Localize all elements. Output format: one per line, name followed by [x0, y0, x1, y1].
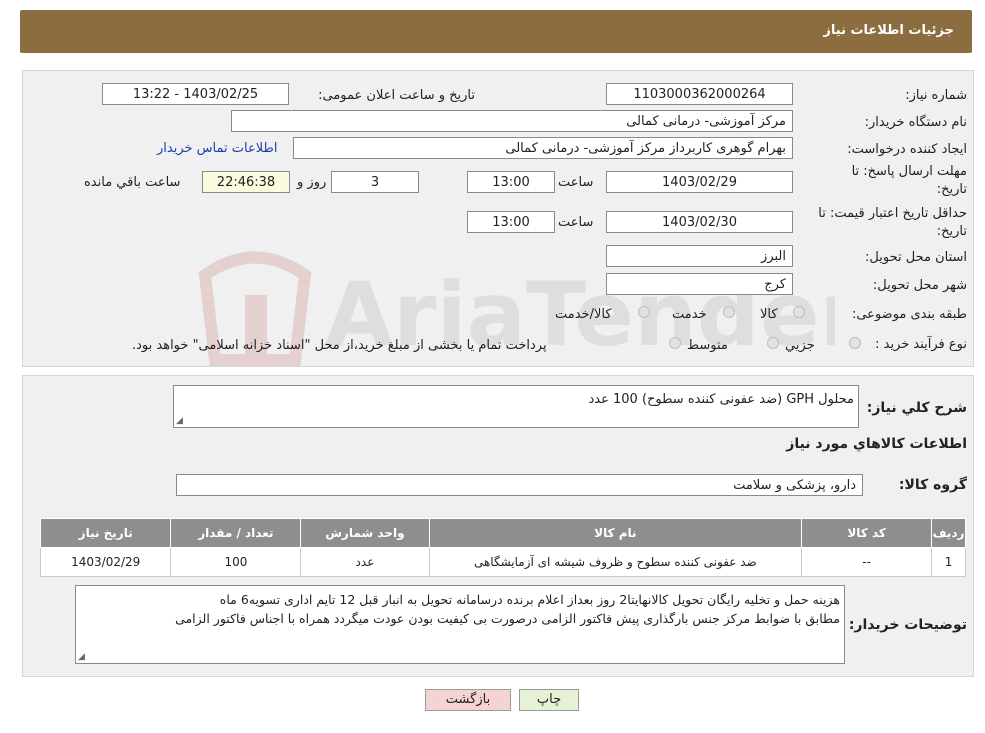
- buyer-contact-link[interactable]: اطلاعات تماس خریدار: [157, 141, 277, 156]
- treasury-note-checkbox[interactable]: [669, 337, 681, 349]
- remaining-time-label: ساعت باقي مانده: [84, 175, 181, 190]
- days-remaining-field: 3: [331, 171, 419, 193]
- print-button[interactable]: چاپ: [519, 689, 579, 711]
- announce-datetime-label: تاریخ و ساعت اعلان عمومی:: [318, 88, 475, 103]
- goods-group-field: دارو، پزشکی و سلامت: [176, 474, 863, 496]
- buyer-notes-line-1: هزینه حمل و تخلیه رایگان تحویل کالانهایت…: [219, 592, 840, 607]
- resize-grip-icon[interactable]: ◢: [78, 653, 85, 662]
- price-validity-time-label: ساعت: [558, 215, 594, 230]
- category-option-goods-service: کالا/خدمت: [555, 307, 612, 322]
- treasury-note-text: پرداخت تمام یا بخشی از مبلغ خرید،از محل …: [132, 338, 547, 353]
- price-validity-label: حداقل تاریخ اعتبار قیمت: تا: [818, 206, 967, 221]
- city-label: شهر محل تحویل:: [872, 278, 967, 293]
- summary-text: محلول GPH (ضد عفونی کننده سطوح) 100 عدد: [588, 392, 854, 407]
- col-header-row: ردیف: [931, 518, 966, 548]
- page-header: جزئیات اطلاعات نیاز: [20, 10, 972, 53]
- buyer-org-label: نام دستگاه خریدار:: [864, 115, 967, 130]
- province-label: استان محل تحویل:: [865, 250, 967, 265]
- category-radio-service[interactable]: [723, 306, 735, 318]
- price-validity-time-field: 13:00: [467, 211, 555, 233]
- creator-field: بهرام گوهری کاربرداز مرکز آموزشی- درمانی…: [293, 137, 793, 159]
- reply-time-field: 13:00: [467, 171, 555, 193]
- category-radio-goods[interactable]: [793, 306, 805, 318]
- announce-datetime-field: 1403/02/25 - 13:22: [102, 83, 289, 105]
- city-field: کرج: [606, 273, 793, 295]
- days-label: روز و: [297, 175, 327, 190]
- items-heading: اطلاعات کالاهاي مورد نیاز: [786, 436, 967, 452]
- cell-name: ضد عفونی کننده سطوح و ظروف شیشه ای آزمای…: [428, 547, 803, 577]
- col-header-need-date: تاریخ نیاز: [39, 518, 172, 548]
- buyer-notes-label: توضیحات خریدار:: [848, 617, 967, 633]
- process-radio-partial[interactable]: [849, 337, 861, 349]
- purchase-process-label: نوع فرآیند خرید :: [875, 337, 967, 352]
- category-option-service: خدمت: [672, 307, 707, 322]
- creator-label: ایجاد کننده درخواست:: [847, 142, 967, 157]
- cell-code: --: [801, 547, 933, 577]
- process-radio-medium[interactable]: [767, 337, 779, 349]
- buyer-org-field: مرکز آموزشی- درمانی کمالی: [231, 110, 793, 132]
- remaining-time-field: 22:46:38: [202, 171, 290, 193]
- province-field: البرز: [606, 245, 793, 267]
- page-title: جزئیات اطلاعات نیاز: [823, 23, 954, 38]
- price-validity-label-2: تاریخ:: [936, 224, 967, 239]
- resize-grip-icon[interactable]: ◢: [176, 417, 183, 426]
- buyer-notes-line-2: مطابق با ضوابط مرکز جنس بارگذاری پیش فاک…: [175, 611, 840, 626]
- goods-group-label: گروه کالا:: [898, 477, 967, 493]
- cell-unit: عدد: [300, 547, 430, 577]
- cell-quantity: 100: [170, 547, 302, 577]
- summary-field: محلول GPH (ضد عفونی کننده سطوح) 100 عدد …: [173, 385, 859, 428]
- col-header-unit: واحد شمارش: [300, 518, 430, 548]
- process-option-partial: جزیي: [785, 338, 815, 353]
- table-row: 1 -- ضد عفونی کننده سطوح و ظروف شیشه ای …: [39, 547, 966, 577]
- summary-label: شرح کلي نیاز:: [866, 400, 967, 416]
- reply-deadline-label-2: تاریخ:: [936, 182, 967, 197]
- cell-need-date: 1403/02/29: [39, 547, 172, 577]
- price-validity-date-field: 1403/02/30: [606, 211, 793, 233]
- process-option-medium: متوسط: [687, 338, 728, 353]
- col-header-quantity: تعداد / مقدار: [170, 518, 302, 548]
- back-button[interactable]: بازگشت: [425, 689, 511, 711]
- reply-time-label: ساعت: [558, 175, 594, 190]
- buyer-notes-field: هزینه حمل و تخلیه رایگان تحویل کالانهایت…: [75, 585, 845, 664]
- reply-deadline-label: مهلت ارسال پاسخ: تا: [851, 164, 967, 179]
- category-label: طبقه بندی موضوعی:: [851, 307, 967, 322]
- cell-row-number: 1: [931, 547, 966, 577]
- need-number-field: 1103000362000264: [606, 83, 793, 105]
- need-number-label: شماره نیاز:: [905, 88, 967, 103]
- col-header-name: نام کالا: [428, 518, 803, 548]
- col-header-code: کد کالا: [801, 518, 933, 548]
- category-option-goods: کالا: [760, 307, 778, 322]
- category-radio-goods-service[interactable]: [638, 306, 650, 318]
- reply-date-field: 1403/02/29: [606, 171, 793, 193]
- items-table: ردیف کد کالا نام کالا واحد شمارش تعداد /…: [39, 518, 966, 577]
